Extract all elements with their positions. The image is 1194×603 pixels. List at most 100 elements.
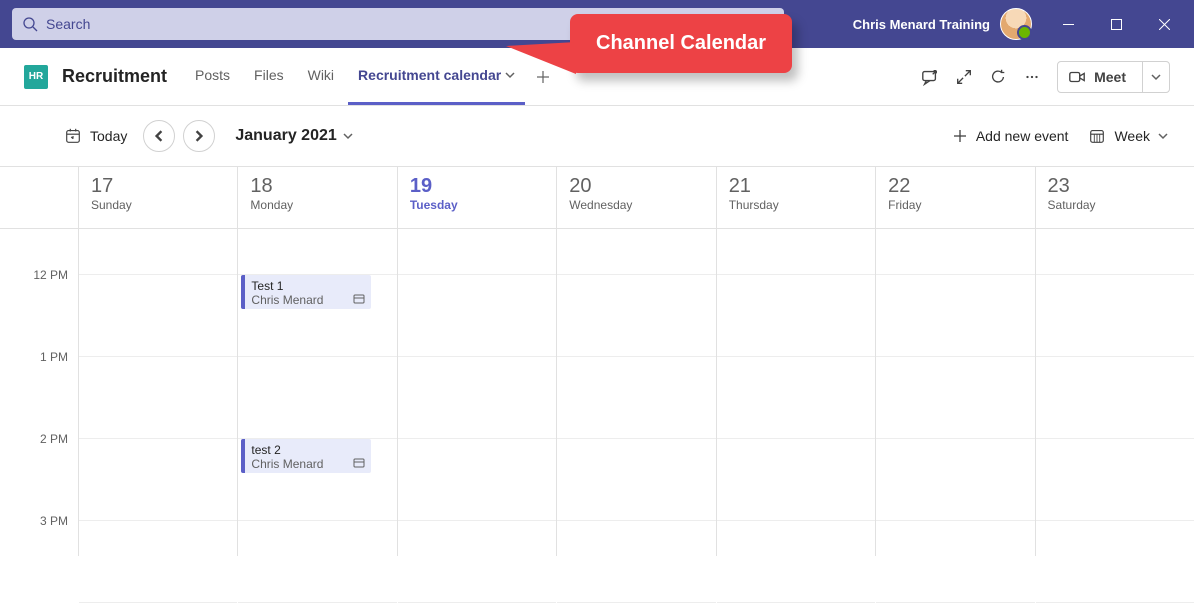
time-slot[interactable] (557, 357, 715, 439)
expand-icon[interactable] (955, 68, 973, 86)
day-column[interactable]: 18Monday Test 1Chris Menard test 2Chris Me… (237, 167, 396, 556)
day-column[interactable]: 21Thursday (716, 167, 875, 556)
plus-icon (952, 128, 968, 144)
day-number: 20 (569, 175, 703, 198)
time-slot[interactable] (398, 521, 556, 603)
day-header: 18Monday (238, 167, 396, 229)
tab-posts[interactable]: Posts (185, 48, 240, 105)
day-number: 21 (729, 175, 863, 198)
time-slot[interactable] (1036, 357, 1194, 439)
channel-actions: Meet (921, 61, 1170, 93)
chevron-down-icon (1158, 131, 1168, 141)
day-column[interactable]: 19Tuesday (397, 167, 556, 556)
channel-tabs: Posts Files Wiki Recruitment calendar (185, 48, 557, 105)
window-controls (1046, 8, 1186, 40)
time-slot[interactable] (876, 521, 1034, 603)
channel-avatar: HR (24, 65, 48, 89)
day-header: 21Thursday (717, 167, 875, 229)
maximize-button[interactable] (1094, 8, 1138, 40)
day-column[interactable]: 22Friday (875, 167, 1034, 556)
close-button[interactable] (1142, 8, 1186, 40)
search-icon (22, 16, 38, 32)
day-name: Wednesday (569, 198, 703, 212)
day-header: 17Sunday (79, 167, 237, 229)
meet-label: Meet (1094, 69, 1126, 85)
time-slot[interactable] (238, 357, 396, 439)
tab-wiki[interactable]: Wiki (298, 48, 344, 105)
day-header: 20Wednesday (557, 167, 715, 229)
meet-dropdown[interactable] (1142, 62, 1169, 92)
meet-button[interactable]: Meet (1057, 61, 1170, 93)
time-slot[interactable] (79, 275, 237, 357)
view-label: Week (1114, 128, 1150, 144)
time-slot[interactable] (1036, 521, 1194, 603)
time-slot[interactable] (238, 521, 396, 603)
calendar-event[interactable]: test 2Chris Menard (241, 439, 371, 473)
calendar-toolbar: Today January 2021 Add new event Week (0, 106, 1194, 166)
hour-label: 3 PM (40, 514, 68, 528)
event-title: test 2 (251, 443, 365, 457)
calendar-event[interactable]: Test 1Chris Menard (241, 275, 371, 309)
month-picker[interactable]: January 2021 (235, 127, 352, 145)
day-name: Tuesday (410, 198, 544, 212)
time-slot[interactable] (876, 357, 1034, 439)
day-header: 19Tuesday (398, 167, 556, 229)
day-name: Friday (888, 198, 1022, 212)
time-slot[interactable] (876, 439, 1034, 521)
tab-files[interactable]: Files (244, 48, 294, 105)
today-button[interactable]: Today (56, 121, 135, 151)
time-slot[interactable] (398, 357, 556, 439)
time-slot[interactable] (79, 521, 237, 603)
time-slot[interactable] (398, 439, 556, 521)
day-number: 22 (888, 175, 1022, 198)
time-slot[interactable] (557, 275, 715, 357)
time-slot[interactable] (79, 439, 237, 521)
recurrence-icon (353, 457, 365, 469)
time-slot[interactable] (876, 275, 1034, 357)
time-slot[interactable] (1036, 439, 1194, 521)
day-column[interactable]: 23Saturday (1035, 167, 1194, 556)
day-number: 18 (250, 175, 384, 198)
time-slot[interactable] (717, 521, 875, 603)
avatar[interactable] (1000, 8, 1032, 40)
callout-text: Channel Calendar (596, 32, 766, 54)
event-organizer: Chris Menard (251, 457, 365, 471)
reply-icon[interactable] (921, 68, 939, 86)
calendar-week-icon (1088, 127, 1106, 145)
view-switcher[interactable]: Week (1088, 127, 1168, 145)
time-slot[interactable] (717, 357, 875, 439)
day-name: Saturday (1048, 198, 1182, 212)
recurrence-icon (353, 293, 365, 305)
channel-name[interactable]: Recruitment (62, 66, 167, 87)
time-slot[interactable] (398, 275, 556, 357)
prev-button[interactable] (143, 120, 175, 152)
hour-label: 2 PM (40, 432, 68, 446)
chevron-down-icon (1151, 72, 1161, 82)
user-display-name: Chris Menard Training (853, 17, 990, 32)
month-label: January 2021 (235, 127, 336, 145)
day-column[interactable]: 20Wednesday (556, 167, 715, 556)
chevron-down-icon (343, 131, 353, 141)
add-event-button[interactable]: Add new event (952, 128, 1069, 144)
time-slot[interactable] (1036, 275, 1194, 357)
time-slot[interactable] (79, 357, 237, 439)
day-header: 23Saturday (1036, 167, 1194, 229)
video-icon (1068, 68, 1086, 86)
time-column: 12 PM 1 PM 2 PM 3 PM (0, 167, 78, 556)
day-column[interactable]: 17Sunday (78, 167, 237, 556)
next-button[interactable] (183, 120, 215, 152)
day-columns: 17Sunday18Monday Test 1Chris Menard test 2… (78, 167, 1194, 556)
day-number: 23 (1048, 175, 1182, 198)
minimize-button[interactable] (1046, 8, 1090, 40)
time-slot[interactable] (717, 275, 875, 357)
time-slot[interactable] (557, 439, 715, 521)
annotation-callout: Channel Calendar (570, 14, 792, 73)
time-slot[interactable] (717, 439, 875, 521)
more-icon[interactable] (1023, 68, 1041, 86)
tab-recruitment-calendar[interactable]: Recruitment calendar (348, 48, 525, 105)
chevron-left-icon (153, 130, 165, 142)
time-slot[interactable] (557, 521, 715, 603)
refresh-icon[interactable] (989, 68, 1007, 86)
chevron-right-icon (193, 130, 205, 142)
calendar-today-icon (64, 127, 82, 145)
